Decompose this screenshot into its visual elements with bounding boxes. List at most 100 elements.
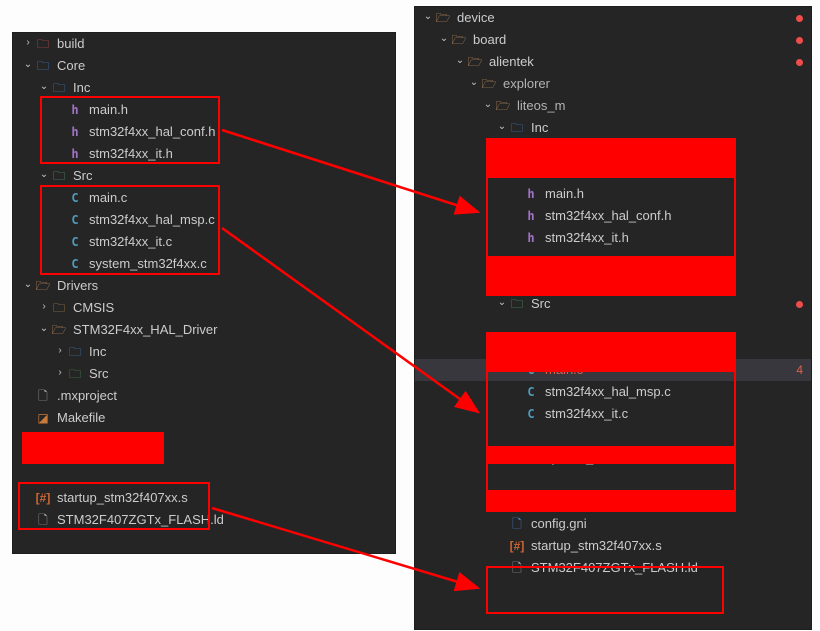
tree-item-liteos-m[interactable]: 🗁 liteos_m xyxy=(415,95,811,117)
folder-icon: 🗀 xyxy=(51,297,67,319)
folder-icon: 🗀 xyxy=(35,55,51,77)
label-it-c: stm32f4xx_it.c xyxy=(89,231,172,253)
tree-item-r-it-h[interactable]: h stm32f4xx_it.h xyxy=(415,227,811,249)
tree-item-it-c[interactable]: C stm32f4xx_it.c xyxy=(13,231,395,253)
folder-icon: 🗀 xyxy=(509,117,525,139)
problems-count-badge: 4 xyxy=(796,359,803,381)
label-flash-ld: STM32F407ZGTx_FLASH.ld xyxy=(57,509,224,531)
chevron-open-icon xyxy=(437,28,451,50)
tree-item-mxproject[interactable]: 🗋 .mxproject xyxy=(13,385,395,407)
label-hal-inc: Inc xyxy=(89,341,106,363)
makefile-icon: ◪ xyxy=(35,407,51,429)
modified-dot-icon xyxy=(796,301,803,308)
chevron-open-icon xyxy=(495,116,509,138)
tree-item-startup-s[interactable]: [#] startup_stm32f407xx.s xyxy=(13,487,395,509)
redacted-block-right-inc-top xyxy=(488,140,734,178)
file-icon: 🗋 xyxy=(509,557,525,579)
c-file-icon: C xyxy=(67,187,83,209)
tree-item-hal-src[interactable]: 🗀 Src xyxy=(13,363,395,385)
tree-item-r-it-c[interactable]: C stm32f4xx_it.c xyxy=(415,403,811,425)
chevron-closed-icon xyxy=(53,340,67,362)
label-main-h: main.h xyxy=(89,99,128,121)
label-hal-driver: STM32F4xx_HAL_Driver xyxy=(73,319,218,341)
c-file-icon: C xyxy=(67,253,83,275)
c-file-icon: C xyxy=(67,231,83,253)
label-r-inc: Inc xyxy=(531,117,548,139)
tree-item-inc[interactable]: 🗀 Inc xyxy=(13,77,395,99)
tree-item-r-main-h[interactable]: h main.h xyxy=(415,183,811,205)
label-alientek: alientek xyxy=(489,51,534,73)
label-core: Core xyxy=(57,55,85,77)
folder-icon: 🗀 xyxy=(67,341,83,363)
tree-item-makefile[interactable]: ◪ Makefile xyxy=(13,407,395,429)
label-device: device xyxy=(457,7,495,29)
tree-item-alientek[interactable]: 🗁 alientek xyxy=(415,51,811,73)
folder-icon: 🗁 xyxy=(495,95,511,117)
label-mxproject: .mxproject xyxy=(57,385,117,407)
folder-icon: 🗁 xyxy=(481,73,497,95)
h-file-icon: h xyxy=(67,99,83,121)
tree-item-r-flash-ld[interactable]: 🗋 STM32F407ZGTx_FLASH.ld xyxy=(415,557,811,579)
tree-item-cmsis[interactable]: 🗀 CMSIS xyxy=(13,297,395,319)
tree-item-device[interactable]: 🗁 device xyxy=(415,7,811,29)
tree-item-core[interactable]: 🗀 Core xyxy=(13,55,395,77)
redacted-block-right-src-bottom xyxy=(488,490,734,510)
tree-item-src[interactable]: 🗀 Src xyxy=(13,165,395,187)
tree-item-it-h[interactable]: h stm32f4xx_it.h xyxy=(13,143,395,165)
label-system-c: system_stm32f4xx.c xyxy=(89,253,207,275)
tree-item-main-c[interactable]: C main.c xyxy=(13,187,395,209)
folder-icon: 🗀 xyxy=(67,363,83,385)
chevron-open-icon xyxy=(481,94,495,116)
tree-item-hal-inc[interactable]: 🗀 Inc xyxy=(13,341,395,363)
folder-icon: 🗀 xyxy=(51,77,67,99)
h-file-icon: h xyxy=(67,121,83,143)
h-file-icon: h xyxy=(523,227,539,249)
tree-item-hal-conf-h[interactable]: h stm32f4xx_hal_conf.h xyxy=(13,121,395,143)
label-r-startup: startup_stm32f407xx.s xyxy=(531,535,662,557)
tree-item-hal-msp-c[interactable]: C stm32f4xx_hal_msp.c xyxy=(13,209,395,231)
tree-item-r-hal-conf-h[interactable]: h stm32f4xx_hal_conf.h xyxy=(415,205,811,227)
label-r-hal-conf-h: stm32f4xx_hal_conf.h xyxy=(545,205,671,227)
label-r-it-h: stm32f4xx_it.h xyxy=(545,227,629,249)
tree-item-explorer[interactable]: 🗁 explorer xyxy=(415,73,811,95)
label-hal-msp-c: stm32f4xx_hal_msp.c xyxy=(89,209,215,231)
label-inc: Inc xyxy=(73,77,90,99)
tree-item-r-hal-msp-c[interactable]: C stm32f4xx_hal_msp.c xyxy=(415,381,811,403)
h-file-icon: h xyxy=(523,205,539,227)
tree-item-r-startup[interactable]: [#] startup_stm32f407xx.s xyxy=(415,535,811,557)
label-r-main-h: main.h xyxy=(545,183,584,205)
tree-item-r-src[interactable]: 🗀 Src xyxy=(415,293,811,315)
label-config-gni: config.gni xyxy=(531,513,587,535)
tree-item-drivers[interactable]: 🗁 Drivers xyxy=(13,275,395,297)
chevron-open-icon xyxy=(467,72,481,94)
label-hal-conf-h: stm32f4xx_hal_conf.h xyxy=(89,121,215,143)
chevron-open-icon xyxy=(495,292,509,314)
chevron-closed-icon xyxy=(37,296,51,318)
folder-icon: 🗁 xyxy=(51,319,67,341)
file-icon: 🗋 xyxy=(509,513,525,535)
file-icon: 🗋 xyxy=(35,385,51,407)
tree-item-board[interactable]: 🗁 board xyxy=(415,29,811,51)
tree-item-r-inc[interactable]: 🗀 Inc xyxy=(415,117,811,139)
chevron-open-icon xyxy=(21,274,35,296)
tree-item-hal-driver[interactable]: 🗁 STM32F4xx_HAL_Driver xyxy=(13,319,395,341)
label-makefile: Makefile xyxy=(57,407,105,429)
c-file-icon: C xyxy=(523,381,539,403)
folder-icon: 🗀 xyxy=(35,33,51,55)
label-cmsis: CMSIS xyxy=(73,297,114,319)
modified-dot-icon xyxy=(796,59,803,66)
tree-item-build[interactable]: 🗀 build xyxy=(13,33,395,55)
chevron-open-icon xyxy=(421,6,435,28)
label-liteos-m: liteos_m xyxy=(517,95,565,117)
asm-file-icon: [#] xyxy=(35,487,51,509)
tree-item-config-gni[interactable]: 🗋 config.gni xyxy=(415,513,811,535)
tree-item-main-h[interactable]: h main.h xyxy=(13,99,395,121)
label-it-h: stm32f4xx_it.h xyxy=(89,143,173,165)
folder-icon: 🗀 xyxy=(509,293,525,315)
folder-icon: 🗁 xyxy=(467,51,483,73)
chevron-open-icon xyxy=(37,318,51,340)
asm-file-icon: [#] xyxy=(509,535,525,557)
c-file-icon: C xyxy=(523,403,539,425)
tree-item-system-c[interactable]: C system_stm32f4xx.c xyxy=(13,253,395,275)
tree-item-flash-ld[interactable]: 🗋 STM32F407ZGTx_FLASH.ld xyxy=(13,509,395,531)
